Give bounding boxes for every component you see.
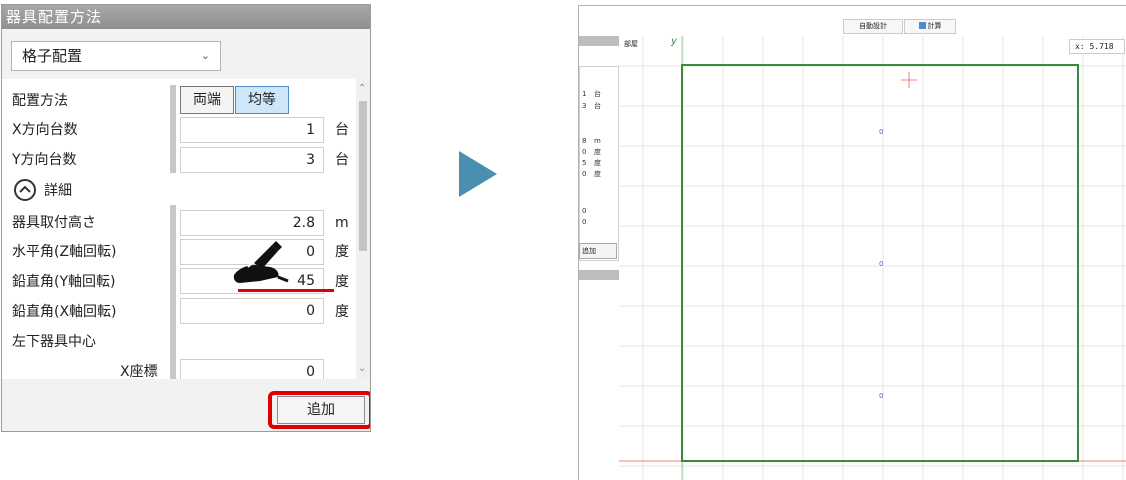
property-strip-box: 1 台 3 台 8 m 0 度 5 度 0 度 0 0 [579, 66, 619, 261]
horizontal-angle-unit: 度 [335, 244, 349, 260]
layout-canvas-window: 0 0 0 1 台 3 台 8 m 0 度 5 度 0 度 0 0 追加 自動設… [578, 5, 1126, 480]
strip-row-unit: m [594, 137, 601, 145]
auto-design-button[interactable]: 自動設計 [843, 19, 903, 34]
detail-label: 詳細 [44, 183, 72, 199]
mount-height-input[interactable]: 2.8 [180, 210, 324, 236]
strip-extra-value: 0 [582, 218, 587, 226]
strip-footer [579, 270, 619, 280]
strip-row-unit: 台 [594, 102, 601, 110]
equal-spacing-button[interactable]: 均等 [235, 86, 289, 114]
y-axis-label: y [671, 36, 677, 47]
y-count-input[interactable]: 3 [180, 147, 324, 173]
x-coord-label: X座標 [120, 364, 158, 379]
mount-height-unit: m [335, 215, 349, 231]
scroll-thumb[interactable] [359, 101, 367, 251]
x-coord-input[interactable]: 0 [180, 359, 324, 379]
layout-canvas[interactable]: 0 0 0 [579, 6, 1126, 480]
fixture-marker: 0 [879, 392, 883, 400]
horizontal-angle-label: 水平角(Z軸回転) [12, 244, 117, 260]
play-arrow-icon [459, 151, 497, 197]
x-count-unit: 台 [335, 122, 349, 138]
placement-method-value: 格子配置 [22, 47, 83, 65]
strip-row-value: 1 [582, 90, 587, 98]
y-count-unit: 台 [335, 152, 349, 168]
strip-extra-value: 0 [582, 207, 587, 215]
chevron-down-icon: ⌄ [200, 49, 210, 62]
strip-add-button[interactable]: 追加 [579, 243, 617, 259]
lower-left-center-label: 左下器具中心 [12, 334, 96, 350]
calculate-button[interactable]: 計算 [904, 19, 956, 34]
strip-row-unit: 台 [594, 90, 601, 98]
fixture-placement-panel: 器具配置方法 格子配置 ⌄ 配置方法 両端 均等 X方向台数 1 台 Y方向台数… [1, 4, 371, 432]
highlight-underline [238, 289, 334, 292]
strip-row-value: 8 [582, 137, 587, 145]
placement-method-label: 配置方法 [12, 93, 68, 109]
collapse-detail-icon[interactable] [14, 179, 36, 201]
mount-height-label: 器具取付高さ [12, 215, 96, 231]
fixture-marker: 0 [879, 128, 883, 136]
vertical-angle-x-label: 鉛直角(X軸回転) [12, 304, 117, 320]
writing-hand-icon [233, 241, 289, 283]
scroll-up-icon[interactable]: ⌃ [358, 83, 366, 94]
field-gutter [170, 85, 176, 173]
strip-row-unit: 度 [594, 148, 601, 156]
calculate-label: 計算 [927, 22, 942, 30]
add-button-highlight [268, 391, 370, 429]
room-label: 部屋 [624, 40, 638, 48]
placement-method-select[interactable]: 格子配置 ⌄ [11, 41, 221, 71]
vertical-angle-y-label: 鉛直角(Y軸回転) [12, 274, 116, 290]
panel-title: 器具配置方法 [2, 5, 370, 29]
x-count-label: X方向台数 [12, 122, 78, 138]
y-count-label: Y方向台数 [12, 152, 77, 168]
strip-row-value: 3 [582, 102, 587, 110]
form-scrollbar[interactable]: ⌃ ⌄ [356, 79, 370, 379]
coordinate-readout: x: 5.718 [1069, 39, 1125, 54]
vertical-angle-y-unit: 度 [335, 274, 349, 290]
strip-row-unit: 度 [594, 159, 601, 167]
field-gutter [170, 205, 176, 379]
vertical-angle-x-unit: 度 [335, 304, 349, 320]
both-ends-button[interactable]: 両端 [180, 86, 234, 114]
form-area: 配置方法 両端 均等 X方向台数 1 台 Y方向台数 3 台 詳細 器具取付高さ… [2, 79, 370, 379]
strip-row-unit: 度 [594, 170, 601, 178]
fixture-marker: 0 [879, 260, 883, 268]
strip-row-value: 5 [582, 159, 587, 167]
vertical-angle-x-input[interactable]: 0 [180, 298, 324, 324]
scroll-down-icon[interactable]: ⌄ [358, 363, 366, 374]
calculator-icon [918, 22, 926, 29]
x-count-input[interactable]: 1 [180, 117, 324, 143]
strip-row-value: 0 [582, 170, 587, 178]
strip-header [579, 36, 619, 46]
strip-row-value: 0 [582, 148, 587, 156]
